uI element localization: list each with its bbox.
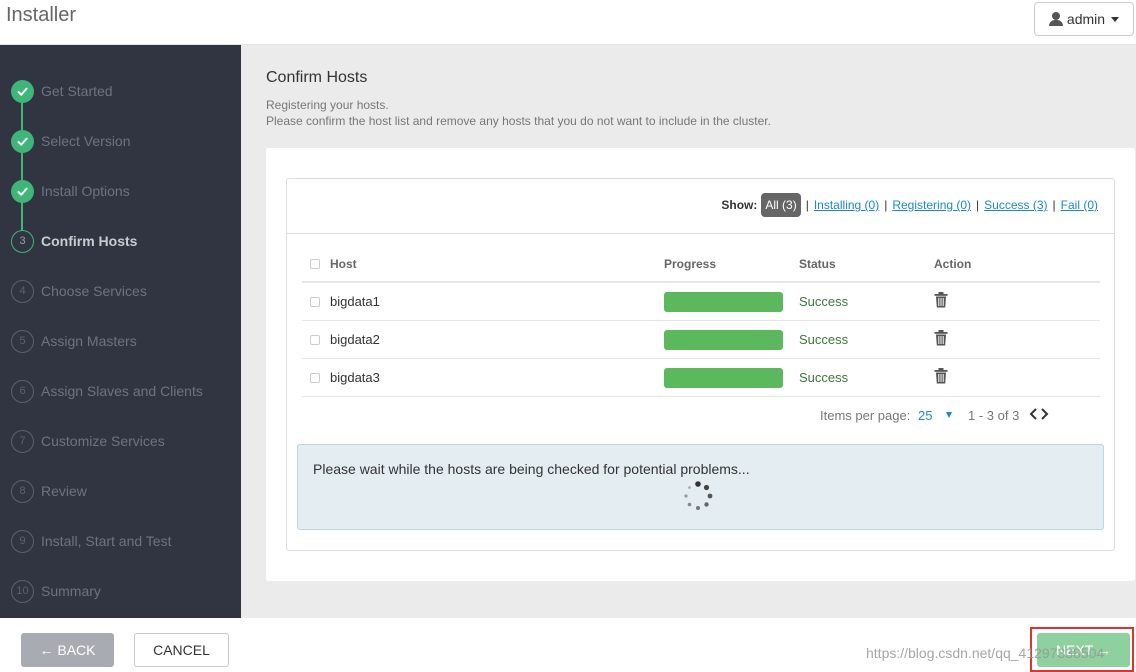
filter-all[interactable]: All (3) [761,193,801,217]
step-number: 9 [11,529,34,553]
top-bar: Installer admin [0,0,1136,45]
host-name: bigdata3 [330,370,380,385]
step-label: Install, Start and Test [41,533,172,549]
wizard-footer: ← BACK CANCEL NEXT → https://blog.csdn.n… [0,618,1136,672]
column-host[interactable]: Host [330,257,357,271]
column-status[interactable]: Status [799,257,836,271]
step-label: Customize Services [41,433,165,449]
items-per-page-label: Items per page: [820,408,911,423]
table-header: Host Progress Status Action [302,247,1100,283]
step-summary[interactable]: 10 Summary [0,566,241,616]
row-checkbox[interactable] [310,373,320,383]
cancel-button[interactable]: CANCEL [134,633,229,667]
step-label: Assign Masters [41,333,137,349]
host-name: bigdata2 [330,332,380,347]
row-checkbox[interactable] [310,335,320,345]
page-title: Confirm Hosts [266,69,368,86]
user-menu-button[interactable]: admin [1034,2,1134,36]
step-label: Review [41,483,87,499]
show-label: Show: [721,198,758,212]
page-subtitle: Registering your hosts. [266,98,389,112]
filter-success[interactable]: Success (3) [984,198,1047,212]
select-all-checkbox[interactable] [310,259,320,269]
step-select-version[interactable]: Select Version [0,116,241,166]
table-row: bigdata3 Success [302,359,1100,397]
step-customize-services[interactable]: 7 Customize Services [0,416,241,466]
user-name: admin [1066,11,1106,27]
step-confirm-hosts[interactable]: 3 Confirm Hosts [0,216,241,266]
hosts-panel: Show: All (3) | Installing (0) | Registe… [286,178,1115,551]
trash-icon[interactable] [934,368,948,384]
main-content: Confirm Hosts Registering your hosts. Pl… [241,45,1136,618]
check-icon [11,179,34,203]
watermark: https://blog.csdn.net/qq_41297338504 [866,645,1105,661]
step-number: 8 [11,479,34,503]
alert-message: Please wait while the hosts are being ch… [313,461,750,477]
step-number: 3 [11,229,34,253]
step-review[interactable]: 8 Review [0,466,241,516]
hosts-table: Host Progress Status Action bigdata1 Suc… [302,247,1100,397]
table-row: bigdata1 Success [302,283,1100,321]
step-number: 5 [11,329,34,353]
check-icon [11,79,34,103]
host-status: Success [799,332,849,347]
caret-down-icon [1111,16,1120,22]
filter-separator: | [805,198,809,212]
host-status: Success [799,294,849,309]
filter-separator: | [976,198,980,212]
table-row: bigdata2 Success [302,321,1100,359]
host-check-alert: Please wait while the hosts are being ch… [297,444,1104,530]
step-label: Select Version [41,133,131,149]
page-range: 1 - 3 of 3 [968,408,1020,423]
chevron-left-icon[interactable] [1028,407,1038,421]
step-number: 6 [11,379,34,403]
caret-down-icon[interactable] [946,412,952,418]
step-assign-slaves[interactable]: 6 Assign Slaves and Clients [0,366,241,416]
column-progress[interactable]: Progress [664,257,716,271]
step-label: Assign Slaves and Clients [41,383,203,399]
step-install-options[interactable]: Install Options [0,166,241,216]
filter-installing[interactable]: Installing (0) [814,198,879,212]
filter-separator: | [1052,198,1056,212]
trash-icon[interactable] [934,330,948,346]
filter-registering[interactable]: Registering (0) [892,198,971,212]
trash-icon[interactable] [934,292,948,308]
step-assign-masters[interactable]: 5 Assign Masters [0,316,241,366]
check-icon [11,129,34,153]
step-number: 10 [11,579,34,603]
wizard-sidebar: Get Started Select Version Install Optio… [0,45,241,618]
content-card: Show: All (3) | Installing (0) | Registe… [266,148,1135,581]
step-choose-services[interactable]: 4 Choose Services [0,266,241,316]
progress-bar [664,368,783,388]
back-button[interactable]: ← BACK [21,633,114,667]
step-install-start-test[interactable]: 9 Install, Start and Test [0,516,241,566]
progress-bar [664,330,783,350]
items-per-page-select[interactable]: 25 [918,408,932,423]
step-label: Get Started [41,83,113,99]
column-action: Action [934,257,972,271]
user-icon [1048,12,1063,26]
step-number: 7 [11,429,34,453]
host-status: Success [799,370,849,385]
loading-spinner-icon [684,481,713,510]
page-description: Please confirm the host list and remove … [266,114,771,128]
status-filters: Show: All (3) | Installing (0) | Registe… [721,193,1098,217]
step-label: Install Options [41,183,130,199]
filter-fail[interactable]: Fail (0) [1061,198,1098,212]
row-checkbox[interactable] [310,297,320,307]
step-number: 4 [11,279,34,303]
chevron-right-icon[interactable] [1040,407,1050,421]
step-get-started[interactable]: Get Started [0,66,241,116]
pagination: Items per page: 25 1 - 3 of 3 [287,401,1114,431]
step-label: Summary [41,583,101,599]
progress-bar [664,292,783,312]
step-label: Choose Services [41,283,147,299]
app-title: Installer [6,4,77,26]
step-label: Confirm Hosts [41,233,138,249]
host-name: bigdata1 [330,294,380,309]
filter-separator: | [884,198,888,212]
filter-bar: Show: All (3) | Installing (0) | Registe… [287,179,1114,234]
